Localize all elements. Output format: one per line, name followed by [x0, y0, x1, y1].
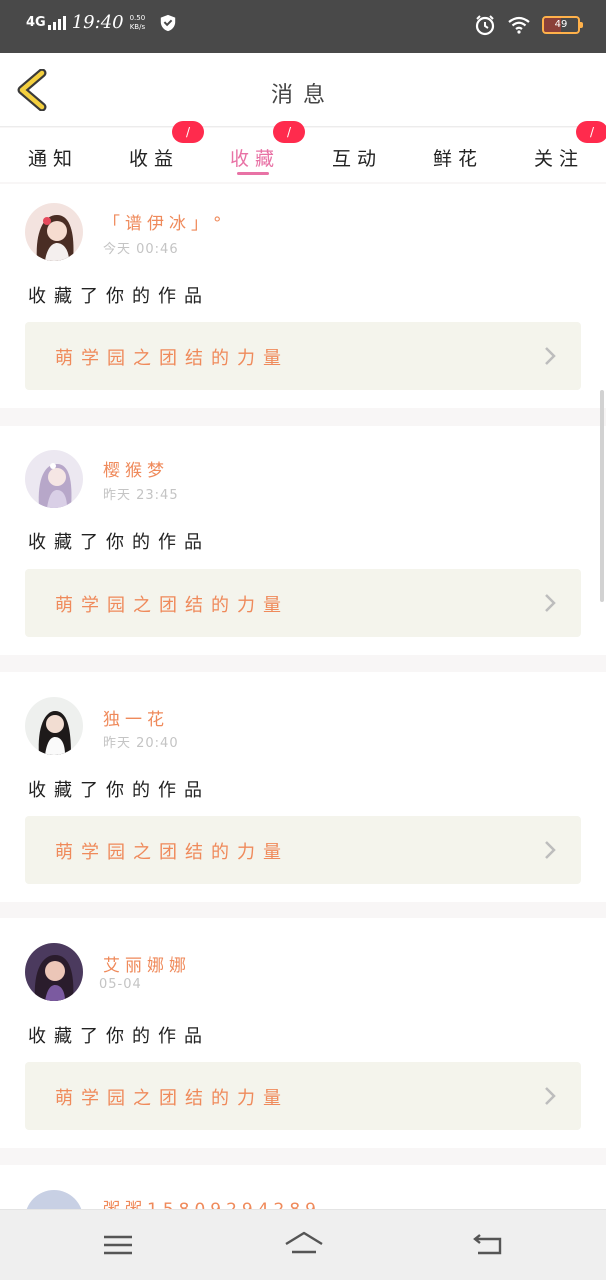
message-time: 05-04 [99, 977, 142, 992]
tab-bar: 通知 收益 / 收藏 / 互动 鲜花 关注 / [0, 121, 606, 182]
tab-label: 鲜花 [432, 148, 483, 170]
message-card[interactable]: 艾丽娜娜 05-04 收藏了你的作品 萌学园之团结的力量 [0, 918, 606, 1148]
user-name[interactable]: 艾丽娜娜 [103, 951, 191, 976]
action-text: 收藏了你的作品 [28, 532, 210, 553]
user-name[interactable]: 「谱伊冰」° [103, 209, 227, 234]
tab-badge: / [576, 121, 606, 143]
tab-notifications[interactable]: 通知 [18, 128, 88, 182]
avatar[interactable] [25, 697, 83, 755]
action-text: 收藏了你的作品 [28, 286, 210, 307]
header: 消息 [0, 53, 606, 127]
chevron-right-icon [545, 1087, 556, 1105]
chevron-right-icon [545, 594, 556, 612]
wifi-icon [508, 16, 530, 34]
avatar[interactable] [25, 943, 83, 1001]
chevron-right-icon [545, 347, 556, 365]
work-title: 萌学园之团结的力量 [55, 842, 289, 863]
message-card[interactable]: 粥粥15809294289 [0, 1165, 606, 1209]
status-bar: 4G 19:40 0.50 KB/s 49 [0, 0, 606, 53]
tab-flowers[interactable]: 鲜花 [423, 128, 493, 182]
user-name[interactable]: 樱猴梦 [103, 456, 169, 481]
work-title: 萌学园之团结的力量 [55, 595, 289, 616]
alarm-icon [475, 15, 495, 36]
tab-label: 收益 [128, 148, 179, 170]
action-text: 收藏了你的作品 [28, 780, 210, 801]
avatar[interactable] [25, 450, 83, 508]
tab-label: 关注 [533, 148, 584, 170]
network-type: 4G [26, 14, 46, 30]
message-card[interactable]: 独一花 昨天 20:40 收藏了你的作品 萌学园之团结的力量 [0, 672, 606, 902]
scrollbar-thumb[interactable] [600, 390, 604, 602]
menu-icon[interactable] [100, 1230, 136, 1260]
active-tab-indicator [237, 172, 269, 175]
work-link[interactable]: 萌学园之团结的力量 [25, 816, 581, 884]
message-time: 昨天 20:40 [103, 736, 179, 751]
avatar[interactable] [25, 1190, 83, 1209]
message-card[interactable]: 「谱伊冰」° 今天 00:46 收藏了你的作品 萌学园之团结的力量 [0, 184, 606, 408]
clock-time: 19:40 [71, 12, 124, 33]
tab-interactions[interactable]: 互动 [322, 128, 392, 182]
user-name[interactable]: 独一花 [103, 705, 169, 730]
avatar[interactable] [25, 203, 83, 261]
tab-label: 收藏 [229, 148, 280, 170]
network-speed: 0.50 KB/s [129, 13, 146, 31]
message-time: 昨天 23:45 [103, 488, 179, 503]
work-link[interactable]: 萌学园之团结的力量 [25, 1062, 581, 1130]
chevron-right-icon [545, 841, 556, 859]
work-link[interactable]: 萌学园之团结的力量 [25, 322, 581, 390]
signal-icon [47, 15, 66, 30]
message-time: 今天 00:46 [103, 242, 179, 257]
message-card[interactable]: 樱猴梦 昨天 23:45 收藏了你的作品 萌学园之团结的力量 [0, 426, 606, 655]
tab-label: 通知 [27, 148, 78, 170]
battery-indicator: 49 [542, 16, 583, 34]
work-link[interactable]: 萌学园之团结的力量 [25, 569, 581, 637]
return-icon[interactable] [470, 1230, 506, 1260]
home-icon[interactable] [284, 1230, 324, 1260]
tab-label: 互动 [331, 148, 382, 170]
page-title: 消息 [270, 83, 335, 108]
user-name[interactable]: 粥粥15809294289 [103, 1195, 321, 1209]
system-nav-bar [0, 1209, 606, 1280]
tab-badge: / [273, 121, 305, 143]
work-title: 萌学园之团结的力量 [55, 1088, 289, 1109]
shield-icon [160, 14, 176, 31]
action-text: 收藏了你的作品 [28, 1026, 210, 1047]
tab-badge: / [172, 121, 204, 143]
work-title: 萌学园之团结的力量 [55, 348, 289, 369]
